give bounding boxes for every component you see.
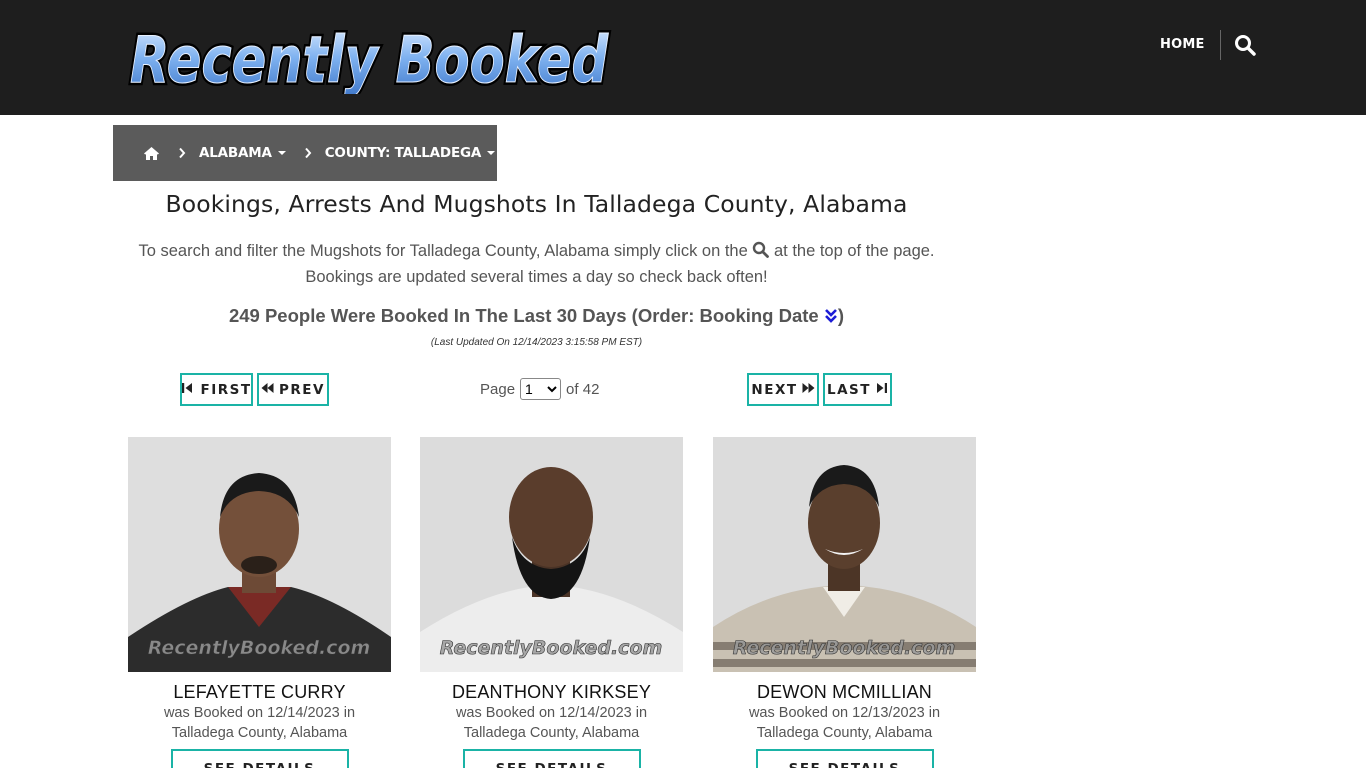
- page-select[interactable]: 1: [520, 378, 562, 400]
- prev-page-button[interactable]: PREV: [257, 373, 329, 406]
- caret-down-icon: [487, 151, 496, 155]
- mugshot-photo: RecentlyBooked.com: [713, 437, 976, 672]
- mugshot-photo: RecentlyBooked.com: [420, 437, 683, 672]
- breadcrumb-county-label: COUNTY: TALLADEGA: [324, 145, 482, 161]
- search-icon[interactable]: [752, 240, 770, 258]
- backward-icon: [261, 382, 274, 398]
- booking-card: RecentlyBooked.com LEFAYETTE CURRY was B…: [128, 437, 391, 768]
- page-label: Page: [480, 380, 516, 398]
- search-icon[interactable]: [1234, 34, 1256, 56]
- booking-date-text: was Booked on 12/13/2023 in: [748, 705, 941, 721]
- intro-text-part1: To search and filter the Mugshots for Ta…: [138, 242, 748, 260]
- first-page-label: FIRST: [200, 381, 252, 398]
- booking-location-text: Talladega County, Alabama: [463, 725, 640, 741]
- first-page-button[interactable]: FIRST: [180, 373, 253, 406]
- logo-image: Recently Booked Recently Booked: [127, 21, 612, 94]
- see-details-button[interactable]: SEE DETAILS: [755, 749, 934, 768]
- booking-info: was Booked on 12/14/2023 in Talladega Co…: [420, 703, 683, 743]
- forward-icon: [802, 382, 815, 398]
- booking-date-text: was Booked on 12/14/2023 in: [455, 705, 648, 721]
- breadcrumb-county[interactable]: COUNTY: TALLADEGA: [324, 145, 496, 161]
- mugshot-image[interactable]: RecentlyBooked.com: [713, 437, 976, 672]
- mugshot-image[interactable]: RecentlyBooked.com: [420, 437, 683, 672]
- chevron-right-icon: [304, 147, 312, 159]
- home-icon[interactable]: [143, 146, 160, 161]
- next-page-label: NEXT: [751, 381, 798, 398]
- last-updated: (Last Updated On 12/14/2023 3:15:58 PM E…: [430, 337, 643, 348]
- last-page-icon: [875, 382, 888, 398]
- booking-info: was Booked on 12/14/2023 in Talladega Co…: [128, 703, 391, 743]
- svg-text:Recently Booked: Recently Booked: [130, 24, 609, 94]
- booking-card: RecentlyBooked.com DEWON MCMILLIAN was B…: [713, 437, 976, 768]
- nav-divider: [1220, 30, 1221, 60]
- page-total: of 42: [566, 380, 600, 398]
- next-page-button[interactable]: NEXT: [747, 373, 819, 406]
- nav-home-link[interactable]: HOME: [1160, 36, 1205, 54]
- booking-count-close: ): [837, 305, 845, 326]
- breadcrumb-state-label: ALABAMA: [199, 145, 272, 161]
- intro-text-part2: at the top of the page.: [773, 242, 935, 260]
- caret-down-icon: [277, 151, 286, 155]
- booking-date-text: was Booked on 12/14/2023 in: [163, 705, 356, 721]
- mugshot-image[interactable]: RecentlyBooked.com: [128, 437, 391, 672]
- last-page-button[interactable]: LAST: [823, 373, 892, 406]
- page-title: Bookings, Arrests And Mugshots In Tallad…: [165, 190, 908, 218]
- prev-page-label: PREV: [279, 381, 325, 398]
- svg-text:RecentlyBooked.com: RecentlyBooked.com: [148, 637, 371, 659]
- breadcrumb-state[interactable]: ALABAMA: [199, 145, 286, 161]
- booking-location-text: Talladega County, Alabama: [171, 725, 348, 741]
- booking-info: was Booked on 12/13/2023 in Talladega Co…: [713, 703, 976, 743]
- svg-text:RecentlyBooked.com: RecentlyBooked.com: [733, 637, 956, 659]
- breadcrumb: ALABAMA COUNTY: TALLADEGA: [113, 125, 497, 181]
- page-selector: Page 1 of 42: [480, 378, 599, 400]
- inmate-name[interactable]: DEANTHONY KIRKSEY: [420, 682, 683, 703]
- chevron-right-icon: [178, 147, 186, 159]
- first-page-icon: [181, 382, 194, 398]
- mugshot-photo: RecentlyBooked.com: [128, 437, 391, 672]
- booking-card: RecentlyBooked.com DEANTHONY KIRKSEY was…: [420, 437, 683, 768]
- booking-count-text: 249 People Were Booked In The Last 30 Da…: [228, 305, 819, 326]
- site-header: Recently Booked Recently Booked HOME: [0, 0, 1366, 115]
- last-page-label: LAST: [827, 381, 871, 398]
- double-chevron-down-icon[interactable]: [824, 307, 838, 323]
- see-details-button[interactable]: SEE DETAILS: [170, 749, 349, 768]
- booking-location-text: Talladega County, Alabama: [756, 725, 933, 741]
- intro-text: To search and filter the Mugshots for Ta…: [113, 238, 960, 290]
- inmate-name[interactable]: DEWON MCMILLIAN: [713, 682, 976, 703]
- site-logo[interactable]: Recently Booked Recently Booked: [126, 18, 618, 94]
- intro-text-line2: Bookings are updated several times a day…: [305, 268, 768, 286]
- see-details-button[interactable]: SEE DETAILS: [462, 749, 641, 768]
- booking-count: 249 People Were Booked In The Last 30 Da…: [113, 305, 960, 327]
- inmate-name[interactable]: LEFAYETTE CURRY: [128, 682, 391, 703]
- svg-text:RecentlyBooked.com: RecentlyBooked.com: [440, 637, 663, 659]
